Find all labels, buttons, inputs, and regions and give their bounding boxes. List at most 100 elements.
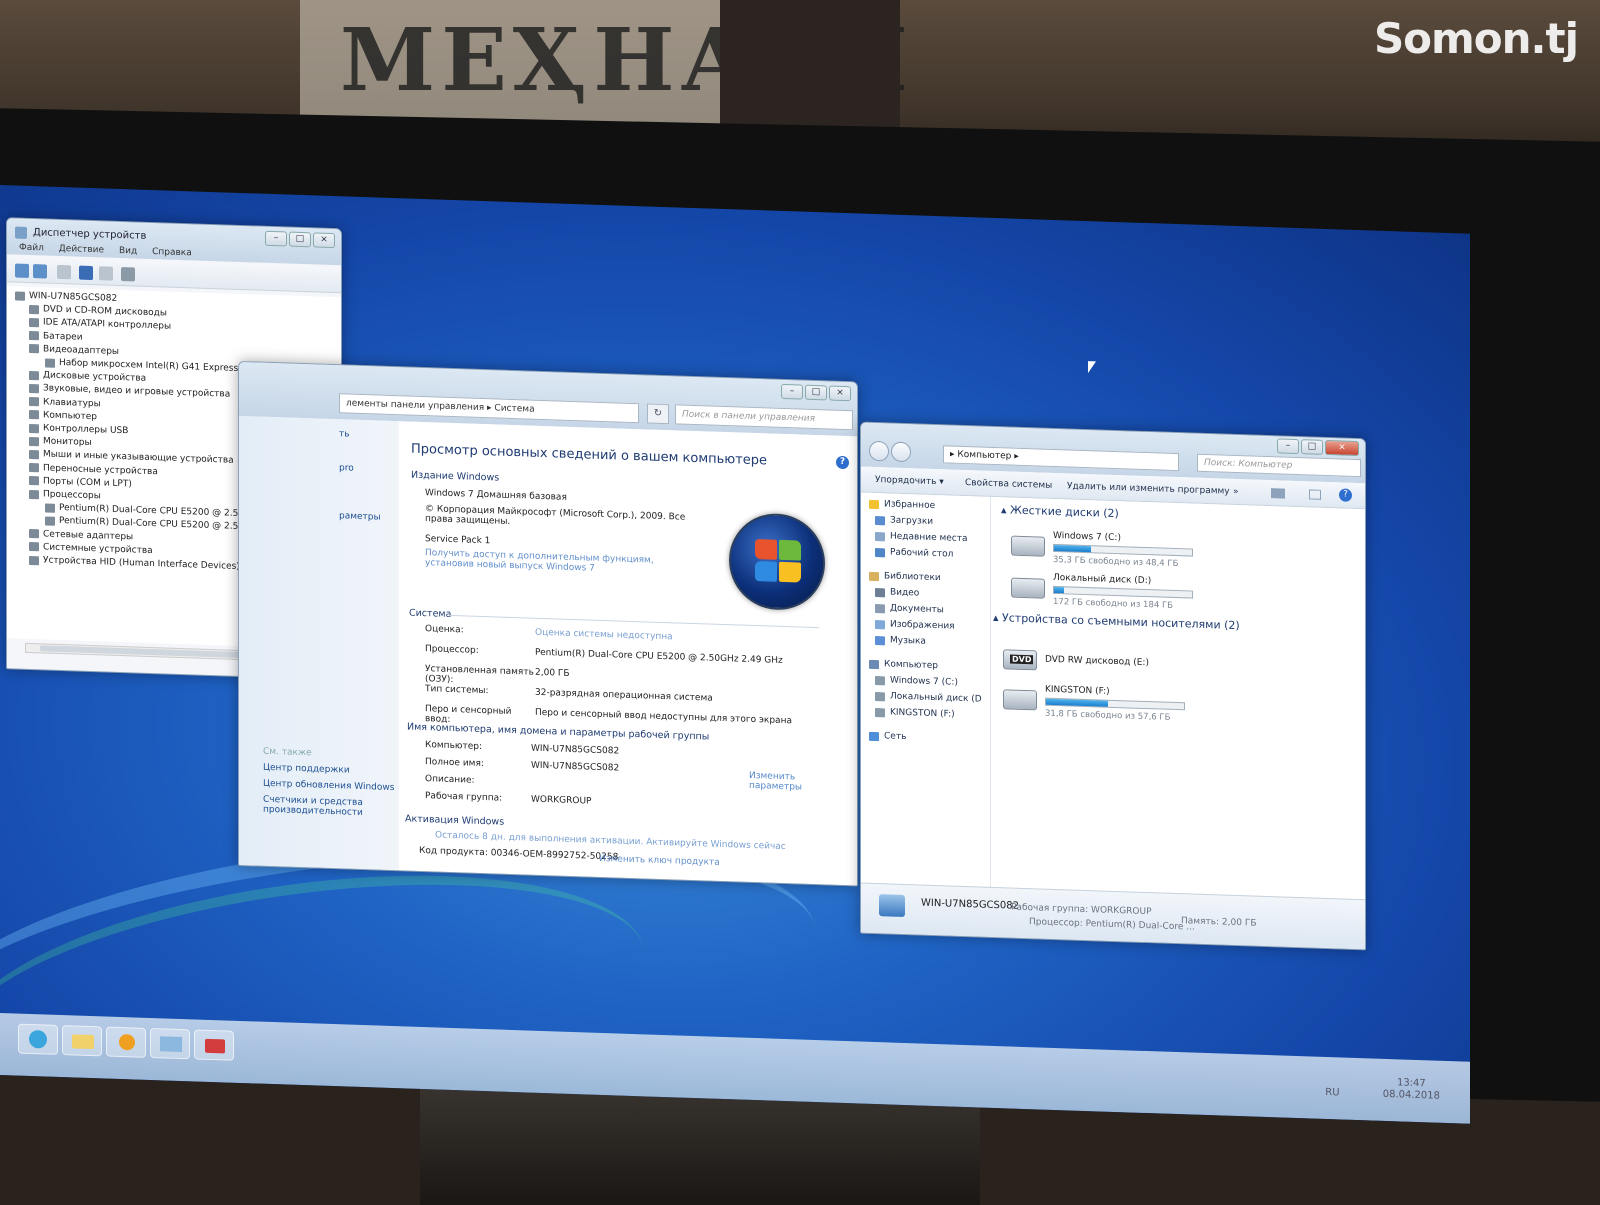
- nav-item-icon: [875, 675, 885, 685]
- nav-item[interactable]: Изображения: [875, 619, 955, 632]
- device-manager-taskbar-icon[interactable]: [194, 1029, 234, 1061]
- minimize-button[interactable]: –: [265, 230, 287, 247]
- tree-item-label: Видеоадаптеры: [43, 344, 120, 357]
- back-button[interactable]: [869, 440, 889, 462]
- tree-item[interactable]: Клавиатуры: [29, 397, 101, 409]
- help-icon[interactable]: ?: [836, 455, 849, 470]
- tree-item[interactable]: Системные устройства: [29, 542, 153, 556]
- tree-root[interactable]: WIN-U7N85GCS082: [15, 290, 117, 304]
- nav-item[interactable]: Загрузки: [875, 515, 933, 527]
- organize-button[interactable]: Упорядочить ▾: [875, 475, 944, 487]
- tree-item[interactable]: Процессоры: [29, 489, 101, 501]
- left-link-1[interactable]: ть: [339, 429, 350, 439]
- maximize-button[interactable]: □: [289, 231, 311, 248]
- properties-icon[interactable]: [79, 265, 93, 281]
- tree-item[interactable]: Мониторы: [29, 436, 92, 448]
- tree-item[interactable]: Компьютер: [29, 410, 97, 422]
- nav-item[interactable]: Windows 7 (C:): [875, 675, 958, 688]
- refresh-icon[interactable]: ↻: [647, 403, 669, 425]
- uninstall-program-button[interactable]: Удалить или изменить программу: [1067, 481, 1230, 496]
- tree-item[interactable]: Сетевые адаптеры: [29, 529, 133, 542]
- rating-link[interactable]: Оценка системы недоступна: [535, 628, 673, 643]
- nav-item[interactable]: Документы: [875, 603, 944, 615]
- update-driver-icon[interactable]: [99, 266, 113, 281]
- nav-item[interactable]: Библиотеки: [869, 571, 941, 583]
- drive-name[interactable]: Windows 7 (C:): [1053, 531, 1121, 543]
- removable-group-header[interactable]: ▴ Устройства со съемными носителями (2): [993, 611, 1240, 632]
- scan-hardware-icon[interactable]: [121, 267, 135, 282]
- close-button[interactable]: ×: [829, 385, 851, 402]
- internet-explorer-icon[interactable]: [18, 1023, 58, 1055]
- maximize-button[interactable]: □: [1301, 439, 1323, 455]
- close-button[interactable]: ×: [313, 232, 335, 249]
- forward-button[interactable]: [891, 441, 911, 463]
- system-window[interactable]: – □ × лементы панели управления ▸ Систем…: [238, 360, 858, 887]
- system-properties-button[interactable]: Свойства системы: [965, 478, 1052, 491]
- upgrade-link[interactable]: Получить доступ к дополнительным функция…: [425, 548, 705, 577]
- edition-header: Издание Windows: [411, 469, 500, 484]
- clock[interactable]: 13:47 08.04.2018: [1383, 1077, 1440, 1103]
- forward-icon[interactable]: [33, 264, 47, 279]
- hdd-group-label: Жесткие диски (2): [1010, 503, 1119, 521]
- explorer-window[interactable]: – □ × ▸ Компьютер ▸ Поиск: Компьютер Упо…: [860, 421, 1366, 951]
- nav-item[interactable]: Видео: [875, 587, 919, 598]
- nav-item[interactable]: Музыка: [875, 635, 926, 647]
- language-indicator[interactable]: RU: [1325, 1087, 1339, 1098]
- nav-item[interactable]: KINGSTON (F:): [875, 707, 955, 720]
- minimize-button[interactable]: –: [1277, 438, 1299, 455]
- flag-yellow: [779, 561, 801, 583]
- link-windows-update[interactable]: Центр обновления Windows: [263, 779, 394, 793]
- info-value: 2,00 ГБ: [535, 667, 570, 679]
- left-link-2[interactable]: pro: [339, 463, 354, 473]
- hdd-group-header[interactable]: ▴ Жесткие диски (2): [1001, 503, 1119, 520]
- nav-item[interactable]: Сеть: [869, 731, 906, 742]
- view-icon[interactable]: [1271, 488, 1285, 499]
- drive-icon[interactable]: [1003, 689, 1037, 711]
- close-button[interactable]: ×: [1325, 439, 1359, 457]
- nav-item[interactable]: Недавние места: [875, 531, 968, 544]
- menu-help[interactable]: Справка: [152, 247, 192, 258]
- menu-action[interactable]: Действие: [59, 244, 104, 256]
- drive-name[interactable]: Локальный диск (D:): [1053, 573, 1151, 586]
- address-bar[interactable]: ▸ Компьютер ▸: [943, 445, 1179, 472]
- link-performance[interactable]: Счетчики и средства производительности: [263, 795, 383, 819]
- tree-item[interactable]: DVD и CD-ROM дисководы: [29, 304, 167, 319]
- tree-item[interactable]: Переносные устройства: [29, 463, 158, 477]
- drive-name[interactable]: KINGSTON (F:): [1045, 685, 1110, 697]
- preview-pane-icon[interactable]: [1309, 489, 1321, 500]
- dvd-drive-icon[interactable]: DVD: [1003, 649, 1037, 671]
- nav-item[interactable]: Компьютер: [869, 659, 938, 671]
- link-action-center[interactable]: Центр поддержки: [263, 763, 350, 776]
- menu-file[interactable]: Файл: [19, 243, 44, 254]
- tree-item[interactable]: Устройства HID (Human Interface Devices): [29, 555, 240, 572]
- search-input[interactable]: Поиск: Компьютер: [1197, 453, 1361, 478]
- back-icon[interactable]: [15, 263, 29, 278]
- search-input[interactable]: Поиск в панели управления: [675, 404, 853, 431]
- navigation-pane[interactable]: Избранное Загрузки Недавние места Рабочий с…: [861, 492, 991, 887]
- folder-icon[interactable]: [62, 1025, 102, 1057]
- tree-item[interactable]: Порты (COM и LPT): [29, 476, 132, 489]
- drive-icon[interactable]: [1011, 535, 1045, 557]
- maximize-button[interactable]: □: [805, 384, 827, 401]
- help-icon[interactable]: ?: [1339, 488, 1352, 502]
- media-player-icon[interactable]: [106, 1026, 146, 1058]
- tree-item[interactable]: IDE ATA/ATAPI контроллеры: [29, 317, 171, 332]
- minimize-button[interactable]: –: [781, 383, 803, 400]
- tree-item[interactable]: Контроллеры USB: [29, 423, 128, 436]
- left-link-3[interactable]: раметры: [339, 511, 381, 522]
- nav-item[interactable]: Избранное: [869, 499, 935, 511]
- tree-item[interactable]: Батареи: [29, 331, 83, 342]
- nav-item[interactable]: Локальный диск (D: [875, 691, 982, 705]
- tree-item[interactable]: Дисковые устройства: [29, 370, 146, 384]
- control-panel-icon[interactable]: [150, 1027, 190, 1060]
- drive-icon[interactable]: [1011, 577, 1045, 599]
- change-params-link[interactable]: Изменить параметры: [749, 771, 819, 793]
- address-bar[interactable]: лементы панели управления ▸ Система: [339, 393, 639, 424]
- tree-item[interactable]: Видеоадаптеры: [29, 344, 119, 357]
- tree-view-icon[interactable]: [57, 264, 71, 280]
- nav-item[interactable]: Рабочий стол: [875, 547, 953, 560]
- menu-view[interactable]: Вид: [119, 246, 137, 257]
- drive-name[interactable]: DVD RW дисковод (E:): [1045, 655, 1149, 668]
- change-key-link[interactable]: Изменить ключ продукта: [599, 854, 720, 868]
- more-commands-button[interactable]: »: [1233, 487, 1239, 497]
